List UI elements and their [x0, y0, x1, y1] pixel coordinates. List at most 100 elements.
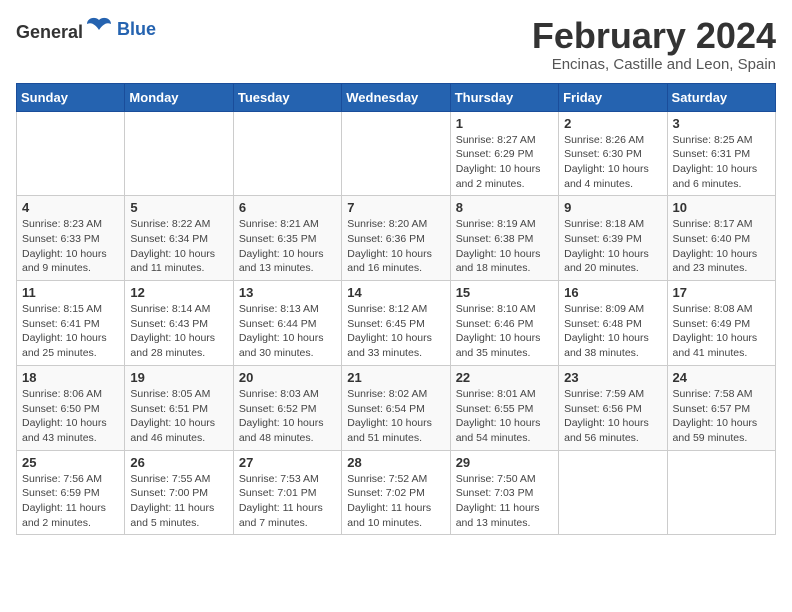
- day-number: 22: [456, 370, 553, 385]
- calendar-cell: 23 Sunrise: 7:59 AMSunset: 6:56 PMDayligh…: [559, 365, 667, 450]
- day-number: 17: [673, 285, 770, 300]
- day-info: Sunrise: 8:12 AMSunset: 6:45 PMDaylight:…: [347, 302, 444, 361]
- day-info: Sunrise: 8:27 AMSunset: 6:29 PMDaylight:…: [456, 133, 553, 192]
- day-info: Sunrise: 7:53 AMSunset: 7:01 PMDaylight:…: [239, 472, 336, 531]
- month-year-title: February 2024: [532, 16, 776, 56]
- day-number: 20: [239, 370, 336, 385]
- calendar-cell: [667, 450, 775, 535]
- title-area: February 2024 Encinas, Castille and Leon…: [532, 16, 776, 73]
- header-day-wednesday: Wednesday: [342, 83, 450, 111]
- day-number: 7: [347, 200, 444, 215]
- calendar-cell: 11 Sunrise: 8:15 AMSunset: 6:41 PMDayligh…: [17, 281, 125, 366]
- calendar-cell: 4Sunrise: 8:23 AMSunset: 6:33 PMDaylight…: [17, 196, 125, 281]
- day-number: 6: [239, 200, 336, 215]
- day-number: 25: [22, 455, 119, 470]
- day-number: 29: [456, 455, 553, 470]
- day-number: 5: [130, 200, 227, 215]
- calendar-cell: 13 Sunrise: 8:13 AMSunset: 6:44 PMDayligh…: [233, 281, 341, 366]
- week-row-1: 1 Sunrise: 8:27 AMSunset: 6:29 PMDaylight…: [17, 111, 776, 196]
- calendar-cell: 26Sunrise: 7:55 AMSunset: 7:00 PMDayligh…: [125, 450, 233, 535]
- day-number: 18: [22, 370, 119, 385]
- day-info: Sunrise: 8:21 AMSunset: 6:35 PMDaylight:…: [239, 217, 336, 276]
- calendar-cell: 16 Sunrise: 8:09 AMSunset: 6:48 PMDayligh…: [559, 281, 667, 366]
- day-info: Sunrise: 8:02 AMSunset: 6:54 PMDaylight:…: [347, 387, 444, 446]
- week-row-5: 25 Sunrise: 7:56 AMSunset: 6:59 PMDayligh…: [17, 450, 776, 535]
- day-number: 19: [130, 370, 227, 385]
- calendar-cell: 27 Sunrise: 7:53 AMSunset: 7:01 PMDayligh…: [233, 450, 341, 535]
- day-number: 11: [22, 285, 119, 300]
- week-row-2: 4Sunrise: 8:23 AMSunset: 6:33 PMDaylight…: [17, 196, 776, 281]
- day-info: Sunrise: 8:09 AMSunset: 6:48 PMDaylight:…: [564, 302, 661, 361]
- day-number: 26: [130, 455, 227, 470]
- calendar-cell: 9 Sunrise: 8:18 AMSunset: 6:39 PMDaylight…: [559, 196, 667, 281]
- calendar-cell: 6 Sunrise: 8:21 AMSunset: 6:35 PMDaylight…: [233, 196, 341, 281]
- day-info: Sunrise: 7:52 AMSunset: 7:02 PMDaylight:…: [347, 472, 444, 531]
- calendar-cell: [559, 450, 667, 535]
- day-number: 15: [456, 285, 553, 300]
- calendar-cell: 5 Sunrise: 8:22 AMSunset: 6:34 PMDaylight…: [125, 196, 233, 281]
- day-number: 12: [130, 285, 227, 300]
- calendar-cell: 28 Sunrise: 7:52 AMSunset: 7:02 PMDayligh…: [342, 450, 450, 535]
- header-day-sunday: Sunday: [17, 83, 125, 111]
- calendar-cell: 18 Sunrise: 8:06 AMSunset: 6:50 PMDayligh…: [17, 365, 125, 450]
- calendar-cell: 8Sunrise: 8:19 AMSunset: 6:38 PMDaylight…: [450, 196, 558, 281]
- location-title: Encinas, Castille and Leon, Spain: [532, 56, 776, 73]
- day-info: Sunrise: 8:15 AMSunset: 6:41 PMDaylight:…: [22, 302, 119, 361]
- day-info: Sunrise: 8:18 AMSunset: 6:39 PMDaylight:…: [564, 217, 661, 276]
- day-info: Sunrise: 8:25 AMSunset: 6:31 PMDaylight:…: [673, 133, 770, 192]
- day-info: Sunrise: 8:05 AMSunset: 6:51 PMDaylight:…: [130, 387, 227, 446]
- logo: General Blue: [16, 16, 156, 43]
- calendar-body: 1 Sunrise: 8:27 AMSunset: 6:29 PMDaylight…: [17, 111, 776, 535]
- day-info: Sunrise: 8:23 AMSunset: 6:33 PMDaylight:…: [22, 217, 119, 276]
- logo-general: General: [16, 16, 113, 43]
- day-info: Sunrise: 8:08 AMSunset: 6:49 PMDaylight:…: [673, 302, 770, 361]
- calendar-cell: [233, 111, 341, 196]
- day-info: Sunrise: 7:56 AMSunset: 6:59 PMDaylight:…: [22, 472, 119, 531]
- calendar-cell: 20 Sunrise: 8:03 AMSunset: 6:52 PMDayligh…: [233, 365, 341, 450]
- calendar-header: SundayMondayTuesdayWednesdayThursdayFrid…: [17, 83, 776, 111]
- week-row-4: 18 Sunrise: 8:06 AMSunset: 6:50 PMDayligh…: [17, 365, 776, 450]
- header-day-thursday: Thursday: [450, 83, 558, 111]
- calendar-cell: 24Sunrise: 7:58 AMSunset: 6:57 PMDayligh…: [667, 365, 775, 450]
- day-info: Sunrise: 8:26 AMSunset: 6:30 PMDaylight:…: [564, 133, 661, 192]
- week-row-3: 11 Sunrise: 8:15 AMSunset: 6:41 PMDayligh…: [17, 281, 776, 366]
- calendar-cell: 22 Sunrise: 8:01 AMSunset: 6:55 PMDayligh…: [450, 365, 558, 450]
- day-info: Sunrise: 8:01 AMSunset: 6:55 PMDaylight:…: [456, 387, 553, 446]
- calendar-cell: 1 Sunrise: 8:27 AMSunset: 6:29 PMDaylight…: [450, 111, 558, 196]
- calendar-cell: 21 Sunrise: 8:02 AMSunset: 6:54 PMDayligh…: [342, 365, 450, 450]
- day-info: Sunrise: 8:14 AMSunset: 6:43 PMDaylight:…: [130, 302, 227, 361]
- day-info: Sunrise: 8:13 AMSunset: 6:44 PMDaylight:…: [239, 302, 336, 361]
- calendar-cell: 15 Sunrise: 8:10 AMSunset: 6:46 PMDayligh…: [450, 281, 558, 366]
- header-row: SundayMondayTuesdayWednesdayThursdayFrid…: [17, 83, 776, 111]
- day-number: 13: [239, 285, 336, 300]
- day-number: 1: [456, 116, 553, 131]
- calendar-cell: 14Sunrise: 8:12 AMSunset: 6:45 PMDayligh…: [342, 281, 450, 366]
- day-info: Sunrise: 8:03 AMSunset: 6:52 PMDaylight:…: [239, 387, 336, 446]
- day-info: Sunrise: 8:22 AMSunset: 6:34 PMDaylight:…: [130, 217, 227, 276]
- day-info: Sunrise: 7:59 AMSunset: 6:56 PMDaylight:…: [564, 387, 661, 446]
- day-info: Sunrise: 8:10 AMSunset: 6:46 PMDaylight:…: [456, 302, 553, 361]
- header: General Blue February 2024 Encinas, Cast…: [16, 16, 776, 73]
- calendar-cell: [342, 111, 450, 196]
- day-number: 27: [239, 455, 336, 470]
- calendar-cell: 12 Sunrise: 8:14 AMSunset: 6:43 PMDayligh…: [125, 281, 233, 366]
- day-number: 28: [347, 455, 444, 470]
- day-info: Sunrise: 8:17 AMSunset: 6:40 PMDaylight:…: [673, 217, 770, 276]
- calendar-cell: [17, 111, 125, 196]
- day-number: 10: [673, 200, 770, 215]
- calendar-cell: 2 Sunrise: 8:26 AMSunset: 6:30 PMDaylight…: [559, 111, 667, 196]
- day-number: 23: [564, 370, 661, 385]
- day-info: Sunrise: 7:50 AMSunset: 7:03 PMDaylight:…: [456, 472, 553, 531]
- calendar-table: SundayMondayTuesdayWednesdayThursdayFrid…: [16, 83, 776, 536]
- day-info: Sunrise: 8:20 AMSunset: 6:36 PMDaylight:…: [347, 217, 444, 276]
- day-number: 2: [564, 116, 661, 131]
- day-number: 8: [456, 200, 553, 215]
- calendar-cell: 7 Sunrise: 8:20 AMSunset: 6:36 PMDaylight…: [342, 196, 450, 281]
- calendar-cell: 19 Sunrise: 8:05 AMSunset: 6:51 PMDayligh…: [125, 365, 233, 450]
- calendar-cell: 3Sunrise: 8:25 AMSunset: 6:31 PMDaylight…: [667, 111, 775, 196]
- day-number: 16: [564, 285, 661, 300]
- day-info: Sunrise: 8:06 AMSunset: 6:50 PMDaylight:…: [22, 387, 119, 446]
- header-day-friday: Friday: [559, 83, 667, 111]
- day-number: 9: [564, 200, 661, 215]
- day-number: 21: [347, 370, 444, 385]
